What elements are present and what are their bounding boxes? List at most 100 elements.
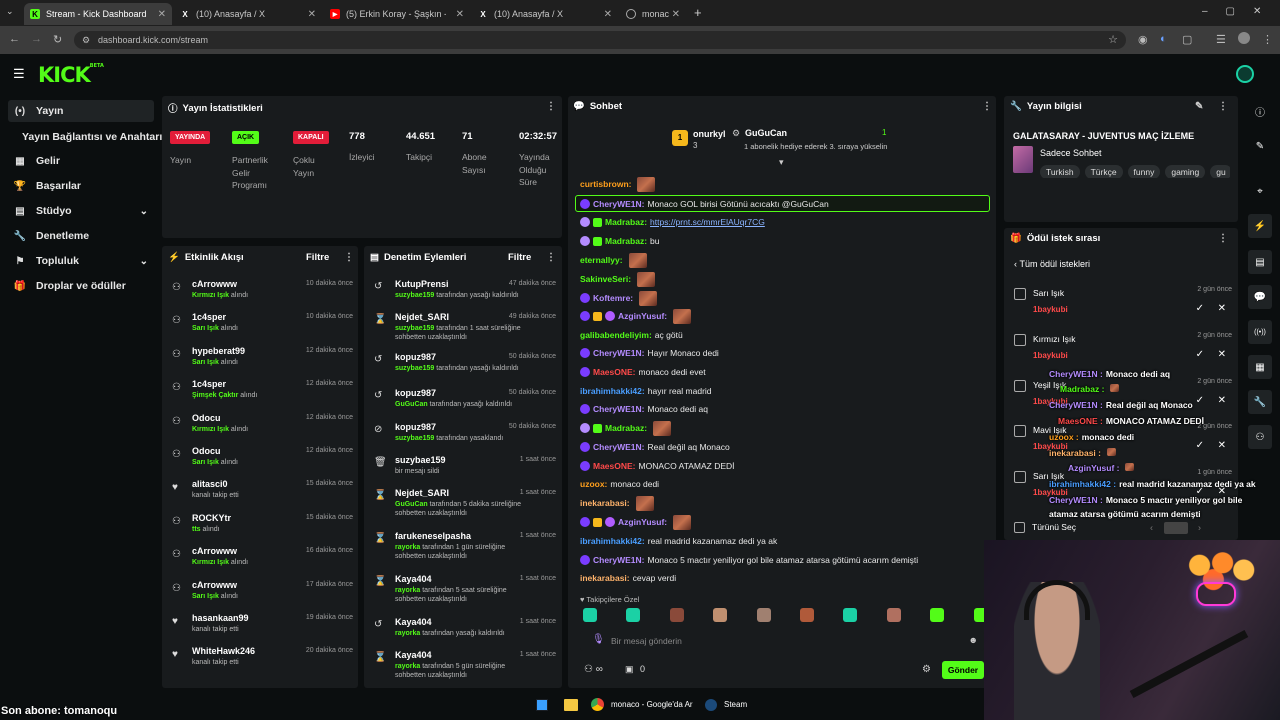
collapse-pinned-icon[interactable]: ▾: [779, 157, 784, 168]
close-icon[interactable]: ✕: [604, 9, 612, 20]
expand-icon[interactable]: ⌖: [1248, 179, 1272, 203]
mod-target-username[interactable]: kopuz987: [395, 352, 436, 362]
tab-youtube[interactable]: ▶ (5) Erkin Koray - Şaşkın - YouTube ✕: [324, 3, 470, 25]
chat-message[interactable]: galibabendeliyim: aç götü: [580, 327, 683, 343]
moderator-name[interactable]: suzybae159: [395, 325, 434, 332]
chat-username[interactable]: MaesONE:: [593, 367, 636, 377]
close-icon[interactable]: ✕: [1218, 395, 1226, 406]
extension-icon[interactable]: ☰: [1216, 33, 1226, 46]
community-icon[interactable]: ⚇: [1248, 425, 1272, 449]
check-icon[interactable]: ✓: [1196, 395, 1204, 406]
chat-message[interactable]: eternallyy:: [580, 252, 647, 268]
tag[interactable]: gu: [1210, 165, 1230, 178]
emote-button[interactable]: [886, 608, 901, 622]
close-icon[interactable]: ✕: [1218, 349, 1226, 360]
chat-username[interactable]: AzginYusuf:: [618, 517, 667, 527]
emote-button[interactable]: [800, 608, 814, 622]
chat-message[interactable]: Madrabaz:: [580, 420, 672, 436]
moderator-name[interactable]: suzybae159: [395, 365, 434, 372]
chat-message[interactable]: CheryWE1N: Monaco dedi aq: [580, 401, 708, 417]
forward-icon[interactable]: →: [31, 33, 42, 45]
chat-username[interactable]: CheryWE1N:: [593, 442, 644, 452]
reward-username[interactable]: 1baykubi: [1033, 305, 1068, 314]
moderator-name[interactable]: rayorka: [395, 663, 420, 670]
broadcast-icon[interactable]: ((•)): [1248, 320, 1272, 344]
activity-username[interactable]: ROCKYtr: [192, 513, 231, 523]
activity-username[interactable]: Odocu: [192, 413, 221, 423]
extension-icon[interactable]: ◉: [1138, 33, 1148, 46]
mod-target-username[interactable]: Nejdet_SARI: [395, 488, 449, 498]
file-explorer-icon[interactable]: [564, 699, 578, 711]
emote-button[interactable]: [930, 608, 945, 622]
emote-button[interactable]: [713, 608, 728, 622]
mod-target-username[interactable]: Nejdet_SARI: [395, 312, 449, 322]
new-tab-button[interactable]: +: [694, 5, 702, 20]
tag[interactable]: Turkish: [1040, 165, 1080, 178]
chat-username[interactable]: MaesONE:: [593, 461, 636, 471]
chat-message[interactable]: Madrabaz: https://prnt.sc/mmrElAUqr7CG: [580, 214, 765, 230]
sidebar-item-gelir[interactable]: ▦ Gelir: [8, 150, 154, 172]
site-info-icon[interactable]: ⚙: [82, 31, 90, 49]
chat-message[interactable]: curtisbrown:: [580, 176, 656, 192]
select-checkbox[interactable]: [1014, 522, 1025, 533]
sidebar-item-studyo[interactable]: ▤ Stüdyo ⌄: [8, 200, 154, 222]
tab-x-1[interactable]: X (10) Anasayfa / X ✕: [174, 3, 322, 25]
kick-logo[interactable]: KICKBETA: [38, 63, 104, 87]
activity-username[interactable]: hasankaan99: [192, 613, 249, 623]
chat-username[interactable]: curtisbrown:: [580, 179, 631, 189]
chat-message[interactable]: ibrahimhakki42: hayır real madrid: [580, 383, 712, 399]
chat-username[interactable]: CheryWE1N:: [593, 348, 644, 358]
reward-checkbox[interactable]: [1014, 333, 1026, 346]
mod-target-username[interactable]: kopuz987: [395, 388, 436, 398]
sidebar-item-yayin[interactable]: (•) Yayın: [8, 100, 154, 122]
chat-message[interactable]: inekarabasi: cevap verdi: [580, 570, 676, 586]
tab-kick-dashboard[interactable]: K Stream - Kick Dashboard ✕: [24, 3, 172, 25]
kebab-menu-icon[interactable]: ⋮: [546, 252, 556, 263]
mod-target-username[interactable]: KutupPrensi: [395, 279, 449, 289]
activity-username[interactable]: hypeberat99: [192, 346, 245, 356]
hamburger-menu-icon[interactable]: ☰: [13, 66, 25, 82]
edit-icon[interactable]: ✎: [1195, 101, 1203, 112]
send-button[interactable]: Gönder: [942, 661, 984, 679]
mod-target-username[interactable]: Kaya404: [395, 617, 432, 627]
chat-username[interactable]: inekarabasi:: [580, 498, 630, 508]
reload-icon[interactable]: ↻: [53, 33, 62, 46]
chat-message[interactable]: CheryWE1N: Monaco GOL birisi Götünü acıca…: [575, 195, 990, 212]
chat-username[interactable]: ibrahimhakki42:: [580, 386, 645, 396]
close-icon[interactable]: ✕: [672, 9, 680, 20]
bookmark-star-icon[interactable]: ☆: [1108, 31, 1118, 49]
reward-checkbox[interactable]: [1014, 288, 1026, 300]
extension-icon[interactable]: ◐: [1160, 33, 1167, 45]
windows-start-icon[interactable]: [536, 699, 548, 711]
bolt-icon[interactable]: ⚡: [1248, 214, 1272, 238]
activity-username[interactable]: 1c4sper: [192, 379, 226, 389]
chat-message[interactable]: CheryWE1N: Real değil aq Monaco: [580, 439, 730, 455]
steam-taskbar-icon[interactable]: [705, 699, 717, 711]
check-icon[interactable]: ✓: [1196, 349, 1204, 360]
wrench-icon[interactable]: 🔧: [1248, 390, 1272, 414]
layout-icon[interactable]: ▦: [1248, 355, 1272, 379]
chat-link[interactable]: https://prnt.sc/mmrElAUqr7CG: [650, 217, 765, 227]
chat-message[interactable]: uzoox: monaco dedi: [580, 476, 659, 492]
tag[interactable]: gaming: [1165, 165, 1206, 178]
kebab-menu-icon[interactable]: ⋮: [1218, 233, 1228, 244]
emote-button[interactable]: [626, 608, 641, 622]
chat-username[interactable]: AzginYusuf:: [618, 311, 667, 321]
reward-checkbox[interactable]: [1014, 379, 1026, 392]
chat-username[interactable]: galibabendeliyim:: [580, 330, 652, 340]
close-icon[interactable]: ✕: [308, 9, 316, 20]
emote-button[interactable]: [756, 608, 771, 622]
chrome-taskbar-label[interactable]: monaco - Google'da Ar: [611, 700, 693, 709]
kebab-menu-icon[interactable]: ⋮: [982, 101, 992, 112]
activity-username[interactable]: cArrowww: [192, 546, 237, 556]
close-icon[interactable]: ✕: [1218, 440, 1226, 451]
edit-icon[interactable]: ✎: [1248, 134, 1272, 158]
chat-input[interactable]: 🎙 Bir mesaj gönderin ☻: [580, 631, 984, 651]
emote-button[interactable]: [583, 608, 597, 622]
emoji-icon[interactable]: ☻: [969, 635, 978, 645]
filter-button[interactable]: Filtre: [508, 252, 531, 263]
chat-username[interactable]: CheryWE1N:: [593, 199, 644, 209]
emote-button[interactable]: [843, 608, 858, 622]
chat-message[interactable]: CheryWE1N: Monaco 5 mactır yeniliyor gol …: [580, 552, 918, 568]
reward-username[interactable]: 1baykubi: [1033, 351, 1068, 360]
